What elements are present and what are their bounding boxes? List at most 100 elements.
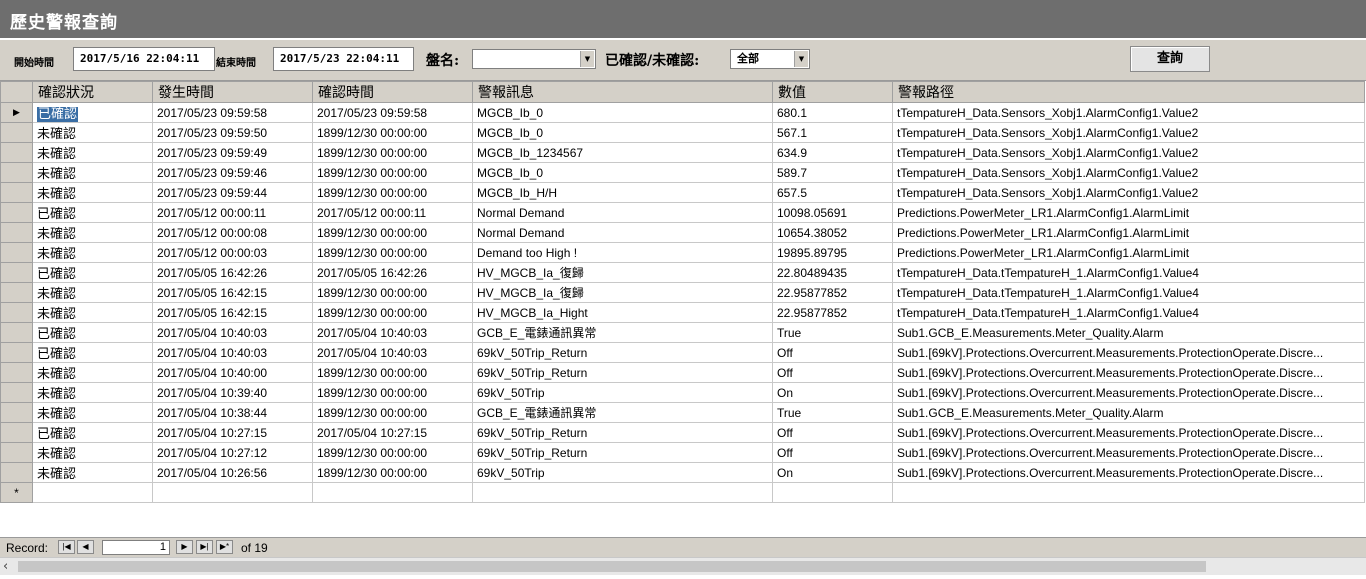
cell-occur-time[interactable]: 2017/05/05 16:42:26 xyxy=(152,262,313,283)
cell-ack-time[interactable]: 1899/12/30 00:00:00 xyxy=(312,282,473,303)
cell-path[interactable]: Sub1.GCB_E.Measurements.Meter_Quality.Al… xyxy=(892,322,1365,343)
start-time-field[interactable]: 2017/5/16 22:04:11 xyxy=(73,47,215,71)
scroll-left-icon[interactable]: ‹ xyxy=(3,559,8,574)
row-selector[interactable]: ▶ xyxy=(0,102,33,123)
row-selector[interactable] xyxy=(0,122,33,143)
new-record-icon[interactable]: ▶* xyxy=(216,540,233,554)
cell-path[interactable]: tTempatureH_Data.Sensors_Xobj1.AlarmConf… xyxy=(892,182,1365,203)
cell-message[interactable]: HV_MGCB_Ia_復歸 xyxy=(472,282,773,303)
row-selector[interactable] xyxy=(0,162,33,183)
cell-value[interactable]: True xyxy=(772,322,893,343)
cell-path[interactable]: Sub1.[69kV].Protections.Overcurrent.Meas… xyxy=(892,462,1365,483)
cell-ack-time[interactable]: 1899/12/30 00:00:00 xyxy=(312,182,473,203)
record-number-input[interactable]: 1 xyxy=(102,540,170,555)
cell-status[interactable]: 未確認 xyxy=(32,302,153,323)
table-row[interactable]: 未確認 2017/05/04 10:27:12 1899/12/30 00:00:0… xyxy=(0,442,1365,463)
cell-message[interactable]: Normal Demand xyxy=(472,222,773,243)
cell-occur-time[interactable]: 2017/05/23 09:59:49 xyxy=(152,142,313,163)
cell-value[interactable]: Off xyxy=(772,362,893,383)
panel-name-select[interactable]: ▼ xyxy=(472,49,596,69)
table-row[interactable]: 已確認 2017/05/04 10:27:15 2017/05/04 10:27:1… xyxy=(0,422,1365,443)
cell-path[interactable]: tTempatureH_Data.Sensors_Xobj1.AlarmConf… xyxy=(892,102,1365,123)
table-row[interactable]: 未確認 2017/05/23 09:59:49 1899/12/30 00:00:0… xyxy=(0,142,1365,163)
cell-path[interactable]: tTempatureH_Data.tTempatureH_1.AlarmConf… xyxy=(892,262,1365,283)
cell-path[interactable]: Predictions.PowerMeter_LR1.AlarmConfig1.… xyxy=(892,242,1365,263)
cell-message[interactable]: HV_MGCB_Ia_Hight xyxy=(472,302,773,323)
cell-path[interactable]: tTempatureH_Data.Sensors_Xobj1.AlarmConf… xyxy=(892,162,1365,183)
cell-path[interactable]: Sub1.GCB_E.Measurements.Meter_Quality.Al… xyxy=(892,402,1365,423)
cell-occur-time[interactable]: 2017/05/12 00:00:03 xyxy=(152,242,313,263)
cell-occur-time[interactable]: 2017/05/05 16:42:15 xyxy=(152,302,313,323)
cell-status[interactable]: 未確認 xyxy=(32,142,153,163)
cell-occur-time[interactable]: 2017/05/04 10:38:44 xyxy=(152,402,313,423)
cell-status[interactable]: 已確認 xyxy=(32,342,153,363)
cell-status[interactable]: 已確認 xyxy=(32,422,153,443)
new-row-cell[interactable] xyxy=(772,482,893,503)
cell-status[interactable]: 未確認 xyxy=(32,462,153,483)
cell-status[interactable]: 未確認 xyxy=(32,382,153,403)
new-row-cell[interactable] xyxy=(152,482,313,503)
first-record-icon[interactable]: |◀ xyxy=(58,540,75,554)
cell-ack-time[interactable]: 2017/05/04 10:27:15 xyxy=(312,422,473,443)
cell-status[interactable]: 已確認 xyxy=(32,262,153,283)
cell-message[interactable]: GCB_E_電錶通訊異常 xyxy=(472,402,773,423)
cell-value[interactable]: Off xyxy=(772,442,893,463)
table-row[interactable]: 已確認 2017/05/04 10:40:03 2017/05/04 10:40:0… xyxy=(0,342,1365,363)
cell-occur-time[interactable]: 2017/05/23 09:59:46 xyxy=(152,162,313,183)
table-row[interactable]: 未確認 2017/05/04 10:26:56 1899/12/30 00:00:0… xyxy=(0,462,1365,483)
cell-value[interactable]: 567.1 xyxy=(772,122,893,143)
table-row[interactable]: 已確認 2017/05/05 16:42:26 2017/05/05 16:42:2… xyxy=(0,262,1365,283)
cell-value[interactable]: 22.95877852 xyxy=(772,302,893,323)
cell-occur-time[interactable]: 2017/05/04 10:26:56 xyxy=(152,462,313,483)
new-row-cell[interactable] xyxy=(892,482,1365,503)
cell-ack-time[interactable]: 1899/12/30 00:00:00 xyxy=(312,222,473,243)
cell-status[interactable]: 已確認 xyxy=(32,202,153,223)
cell-message[interactable]: MGCB_Ib_1234567 xyxy=(472,142,773,163)
cell-value[interactable]: 10654.38052 xyxy=(772,222,893,243)
cell-message[interactable]: MGCB_Ib_0 xyxy=(472,102,773,123)
cell-value[interactable]: 22.95877852 xyxy=(772,282,893,303)
row-selector[interactable] xyxy=(0,462,33,483)
row-selector-header[interactable] xyxy=(0,81,33,103)
cell-message[interactable]: 69kV_50Trip_Return xyxy=(472,442,773,463)
row-selector[interactable] xyxy=(0,222,33,243)
scrollbar-thumb[interactable] xyxy=(18,561,1206,572)
cell-status[interactable]: 未確認 xyxy=(32,122,153,143)
horizontal-scrollbar[interactable]: ‹ xyxy=(0,557,1366,575)
chevron-down-icon[interactable]: ▼ xyxy=(580,51,594,67)
cell-message[interactable]: GCB_E_電錶通訊異常 xyxy=(472,322,773,343)
cell-occur-time[interactable]: 2017/05/04 10:27:12 xyxy=(152,442,313,463)
table-row[interactable]: 未確認 2017/05/23 09:59:44 1899/12/30 00:00:0… xyxy=(0,182,1365,203)
cell-value[interactable]: On xyxy=(772,462,893,483)
cell-path[interactable]: Sub1.[69kV].Protections.Overcurrent.Meas… xyxy=(892,342,1365,363)
cell-message[interactable]: 69kV_50Trip xyxy=(472,382,773,403)
new-record-row[interactable]: * xyxy=(0,482,1365,503)
cell-message[interactable]: Normal Demand xyxy=(472,202,773,223)
cell-value[interactable]: Off xyxy=(772,342,893,363)
column-header-path[interactable]: 警報路徑 xyxy=(892,81,1365,103)
query-button[interactable]: 查詢 xyxy=(1130,46,1210,72)
table-row[interactable]: 未確認 2017/05/23 09:59:46 1899/12/30 00:00:0… xyxy=(0,162,1365,183)
cell-ack-time[interactable]: 1899/12/30 00:00:00 xyxy=(312,242,473,263)
new-row-cell[interactable] xyxy=(312,482,473,503)
table-row[interactable]: 未確認 2017/05/12 00:00:08 1899/12/30 00:00:0… xyxy=(0,222,1365,243)
cell-ack-time[interactable]: 1899/12/30 00:00:00 xyxy=(312,442,473,463)
cell-ack-time[interactable]: 2017/05/23 09:59:58 xyxy=(312,102,473,123)
row-selector[interactable] xyxy=(0,202,33,223)
table-row[interactable]: 已確認 2017/05/04 10:40:03 2017/05/04 10:40:0… xyxy=(0,322,1365,343)
cell-message[interactable]: MGCB_Ib_0 xyxy=(472,162,773,183)
row-selector[interactable] xyxy=(0,402,33,423)
cell-value[interactable]: 634.9 xyxy=(772,142,893,163)
cell-value[interactable]: On xyxy=(772,382,893,403)
cell-message[interactable]: 69kV_50Trip_Return xyxy=(472,342,773,363)
column-header-ack-time[interactable]: 確認時間 xyxy=(312,81,473,103)
table-row[interactable]: 未確認 2017/05/04 10:38:44 1899/12/30 00:00:0… xyxy=(0,402,1365,423)
cell-message[interactable]: MGCB_Ib_0 xyxy=(472,122,773,143)
cell-ack-time[interactable]: 2017/05/05 16:42:26 xyxy=(312,262,473,283)
cell-occur-time[interactable]: 2017/05/04 10:40:03 xyxy=(152,342,313,363)
cell-ack-time[interactable]: 1899/12/30 00:00:00 xyxy=(312,402,473,423)
table-row[interactable]: 未確認 2017/05/04 10:40:00 1899/12/30 00:00:0… xyxy=(0,362,1365,383)
cell-value[interactable]: True xyxy=(772,402,893,423)
cell-occur-time[interactable]: 2017/05/12 00:00:11 xyxy=(152,202,313,223)
cell-path[interactable]: Sub1.[69kV].Protections.Overcurrent.Meas… xyxy=(892,442,1365,463)
